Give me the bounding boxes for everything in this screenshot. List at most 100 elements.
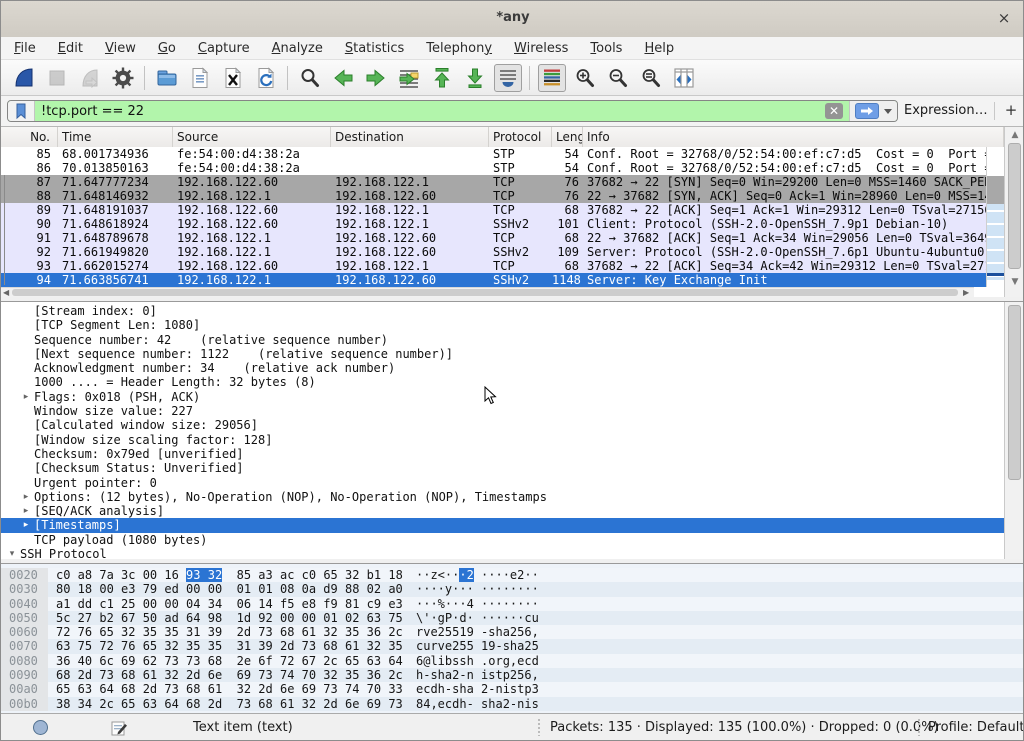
column-header-time[interactable]: Time — [58, 127, 173, 147]
detail-line[interactable]: [Stream index: 0] — [1, 304, 1004, 318]
find-packet-button[interactable] — [296, 64, 324, 92]
go-forward-button[interactable] — [362, 64, 390, 92]
packet-row[interactable]: 8971.648191037192.168.122.60192.168.122.… — [1, 203, 986, 217]
detail-line[interactable]: ▸Flags: 0x018 (PSH, ACK) — [1, 390, 1004, 404]
menu-analyze[interactable]: Analyze — [263, 39, 332, 58]
menu-tools[interactable]: Tools — [581, 39, 631, 58]
expert-info-button[interactable] — [33, 720, 48, 735]
start-capture-button[interactable] — [10, 64, 38, 92]
detail-line[interactable]: TCP payload (1080 bytes) — [1, 533, 1004, 547]
detail-line[interactable]: [Checksum Status: Unverified] — [1, 461, 1004, 475]
restart-capture-button[interactable] — [76, 64, 104, 92]
scrollbar-thumb[interactable] — [12, 289, 958, 296]
intelligent-scrollbar-minimap[interactable] — [986, 147, 1004, 287]
go-to-packet-button[interactable] — [395, 64, 423, 92]
hex-row[interactable]: 003080 18 00 e3 79 ed 00 00 01 01 08 0a … — [1, 582, 1024, 596]
add-filter-button[interactable]: + — [1002, 100, 1020, 120]
column-header-info[interactable]: Info — [583, 127, 1004, 147]
hex-row[interactable]: 00b038 34 2c 65 63 64 68 2d 73 68 61 32 … — [1, 697, 1024, 711]
hex-row[interactable]: 008036 40 6c 69 62 73 73 68 2e 6f 72 67 … — [1, 654, 1024, 668]
hex-row[interactable]: 007063 75 72 76 65 32 35 35 31 39 2d 73 … — [1, 639, 1024, 653]
filter-clear-button[interactable]: ✕ — [825, 103, 843, 119]
menu-statistics[interactable]: Statistics — [336, 39, 413, 58]
detail-line[interactable]: ▸[Timestamps] — [1, 518, 1004, 532]
detail-line[interactable]: ▸[SEQ/ACK analysis] — [1, 504, 1004, 518]
detail-line[interactable]: Window size value: 227 — [1, 404, 1004, 418]
go-to-top-button[interactable] — [428, 64, 456, 92]
menu-capture[interactable]: Capture — [189, 39, 259, 58]
expand-icon[interactable]: ▸ — [19, 390, 33, 404]
profile-button[interactable]: Profile: Default — [928, 720, 1024, 735]
detail-line[interactable]: [Calculated window size: 29056] — [1, 418, 1004, 432]
menu-file[interactable]: File — [5, 39, 45, 58]
packet-row[interactable]: 8568.001734936fe:54:00:d4:38:2aSTP54Conf… — [1, 147, 986, 161]
scrollbar-thumb[interactable] — [1008, 305, 1021, 480]
menu-edit[interactable]: Edit — [49, 39, 92, 58]
capture-comment-button[interactable] — [111, 720, 127, 740]
go-back-button[interactable] — [329, 64, 357, 92]
detail-line[interactable]: [Next sequence number: 1122 (relative se… — [1, 347, 1004, 361]
resize-columns-button[interactable] — [670, 64, 698, 92]
column-header-destination[interactable]: Destination — [331, 127, 489, 147]
detail-line[interactable]: Urgent pointer: 0 — [1, 476, 1004, 490]
menu-view[interactable]: View — [96, 39, 145, 58]
detail-line[interactable]: 1000 .... = Header Length: 32 bytes (8) — [1, 375, 1004, 389]
packet-row[interactable]: 8871.648146932192.168.122.1192.168.122.6… — [1, 189, 986, 203]
details-vertical-scrollbar[interactable] — [1004, 302, 1024, 559]
go-to-bottom-button[interactable] — [461, 64, 489, 92]
close-file-button[interactable] — [219, 64, 247, 92]
scroll-right-icon[interactable]: ▶ — [963, 288, 969, 297]
packet-row[interactable]: 9371.662015274192.168.122.60192.168.122.… — [1, 259, 986, 273]
scrollbar-thumb[interactable] — [1008, 143, 1021, 269]
expand-icon[interactable]: ▸ — [19, 490, 33, 504]
reload-file-button[interactable] — [252, 64, 280, 92]
packet-row[interactable]: 8771.647777234192.168.122.60192.168.122.… — [1, 175, 986, 189]
auto-scroll-toggle[interactable] — [494, 64, 522, 92]
filter-apply-button[interactable] — [855, 103, 879, 119]
detail-line[interactable]: ▾SSH Protocol — [1, 547, 1004, 559]
packet-row[interactable]: 9271.661949820192.168.122.1192.168.122.6… — [1, 245, 986, 259]
column-header-no[interactable]: No. — [1, 127, 58, 147]
title-bar[interactable]: *any × — [1, 1, 1024, 38]
save-file-button[interactable] — [186, 64, 214, 92]
stop-capture-button[interactable] — [43, 64, 71, 92]
column-header-length[interactable]: Length — [552, 127, 583, 147]
detail-line[interactable]: [Window size scaling factor: 128] — [1, 433, 1004, 447]
hex-row[interactable]: 0020c0 a8 7a 3c 00 16 93 32 85 a3 ac c0 … — [1, 568, 1024, 582]
filter-text[interactable]: !tcp.port == 22 — [35, 104, 825, 119]
hex-row[interactable]: 009068 2d 73 68 61 32 2d 6e 69 73 74 70 … — [1, 668, 1024, 682]
hex-row[interactable]: 00a065 63 64 68 2d 73 68 61 32 2d 6e 69 … — [1, 682, 1024, 696]
packet-list-header[interactable]: No.TimeSourceDestinationProtocolLengthIn… — [1, 127, 1004, 148]
close-window-button[interactable]: × — [995, 9, 1013, 27]
menu-go[interactable]: Go — [149, 39, 185, 58]
scroll-up-icon[interactable]: ▲ — [1005, 130, 1024, 140]
filter-bookmark-button[interactable] — [8, 101, 35, 121]
column-header-protocol[interactable]: Protocol — [489, 127, 552, 147]
detail-line[interactable]: ▸Options: (12 bytes), No-Operation (NOP)… — [1, 490, 1004, 504]
expand-icon[interactable]: ▸ — [19, 518, 33, 532]
packet-row[interactable]: 8670.013850163fe:54:00:d4:38:2aSTP54Conf… — [1, 161, 986, 175]
detail-line[interactable]: Acknowledgment number: 34 (relative ack … — [1, 361, 1004, 375]
colorize-toggle[interactable] — [538, 64, 566, 92]
detail-line[interactable]: Sequence number: 42 (relative sequence n… — [1, 333, 1004, 347]
column-header-source[interactable]: Source — [173, 127, 331, 147]
scroll-down-icon[interactable]: ▼ — [1005, 277, 1024, 287]
packet-list-vertical-scrollbar[interactable]: ▲ ▼ — [1004, 127, 1024, 297]
menu-wireless[interactable]: Wireless — [505, 39, 577, 58]
display-filter-input[interactable]: !tcp.port == 22 ✕ — [7, 100, 898, 122]
detail-line[interactable]: Checksum: 0x79ed [unverified] — [1, 447, 1004, 461]
scroll-left-icon[interactable]: ◀ — [3, 288, 9, 297]
zoom-out-button[interactable] — [604, 64, 632, 92]
zoom-in-button[interactable] — [571, 64, 599, 92]
hex-row[interactable]: 006072 76 65 32 35 35 31 39 2d 73 68 61 … — [1, 625, 1024, 639]
menu-help[interactable]: Help — [635, 39, 683, 58]
open-file-button[interactable] — [153, 64, 181, 92]
packet-row[interactable]: 9071.648618924192.168.122.60192.168.122.… — [1, 217, 986, 231]
packet-row[interactable]: 9471.663856741192.168.122.1192.168.122.6… — [1, 273, 986, 287]
collapse-icon[interactable]: ▾ — [5, 547, 19, 559]
detail-line[interactable]: [TCP Segment Len: 1080] — [1, 318, 1004, 332]
packet-row[interactable]: 9171.648789678192.168.122.1192.168.122.6… — [1, 231, 986, 245]
filter-history-caret[interactable] — [884, 109, 892, 114]
menu-telephony[interactable]: Telephony — [417, 39, 501, 58]
expand-icon[interactable]: ▸ — [19, 504, 33, 518]
